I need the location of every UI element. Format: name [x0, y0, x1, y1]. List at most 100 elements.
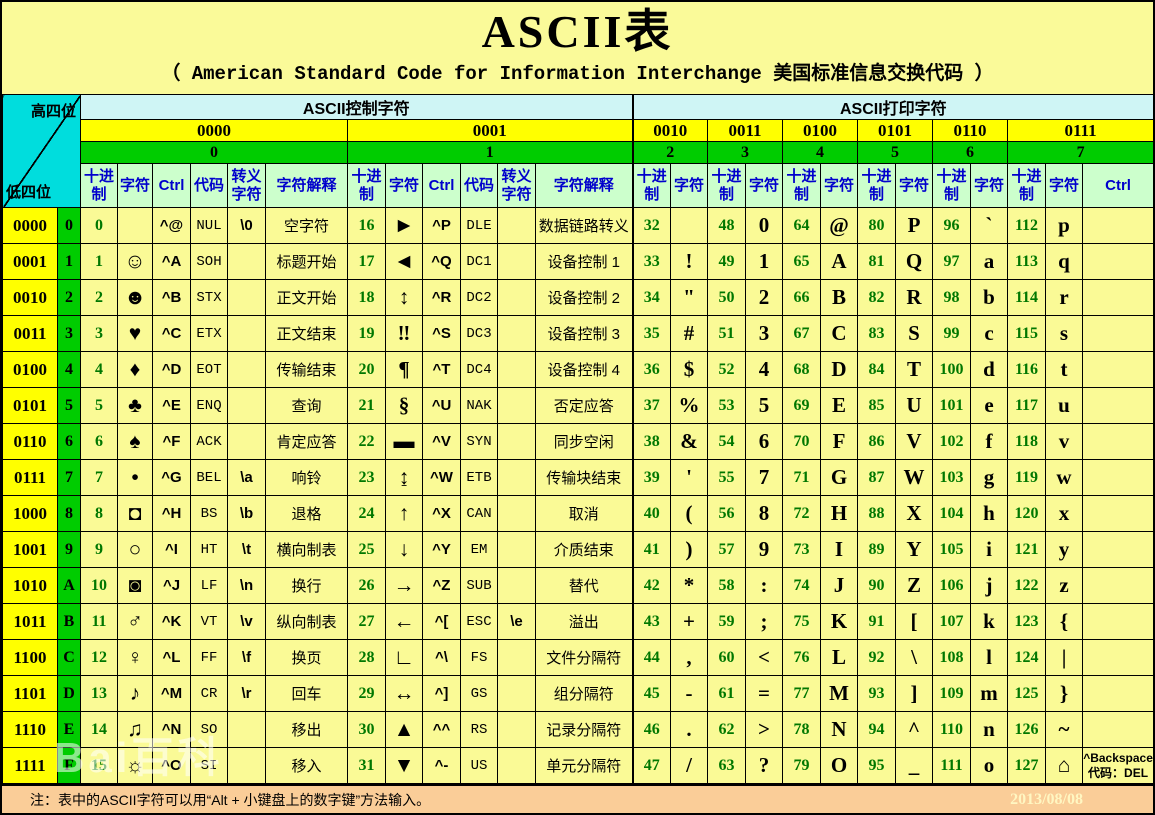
table-row: 0110 6 6 ♠ ^F ACK 肯定应答 22 ▬ ^V SYN 同步空闲 38 & 54 6 70 F 86 V… [2, 423, 1153, 460]
table-row: 1000 8 8 ◘ ^H BS \b 退格 24 ↑ ^X CAN 取消 40(56 8 72 H 88 X 104… [2, 495, 1153, 532]
dec-cell: 28 [347, 639, 386, 676]
char-cell: s [1045, 315, 1083, 352]
ctrl-cell: ^L [152, 639, 191, 676]
bin-cell: 1010 [2, 567, 58, 604]
ctrl-cell: ^V [422, 423, 461, 460]
char-cell: } [1045, 675, 1083, 712]
explain-cell: 肯定应答 [265, 423, 348, 460]
escape-cell [227, 387, 266, 424]
bin-cell: 1000 [2, 495, 58, 532]
char-cell: , [670, 639, 708, 676]
escape-cell [497, 243, 536, 280]
char-cell: n [970, 711, 1008, 748]
char-cell: 2 [745, 279, 783, 316]
dec-cell: 54 [707, 423, 746, 460]
char-cell: ¶ [385, 351, 423, 388]
char-cell: ] [895, 675, 933, 712]
dec-cell: 27 [347, 603, 386, 640]
char-cell: t [1045, 351, 1083, 388]
dec-cell: 93 [857, 675, 896, 712]
table-row: 1001 9 9 ○ ^I HT \t 横向制表 25 ↓ ^Y EM 介质结束 41) 57 9 73 I 89 Y… [2, 531, 1153, 568]
code-cell: ENQ [190, 387, 228, 424]
char-cell: H [820, 495, 858, 532]
ctrl-cell: ^W [422, 459, 461, 496]
char-cell: ◘ [117, 495, 153, 532]
section-row: 高四位 低四位 ASCII控制字符 ASCII打印字符 [2, 94, 1153, 208]
char-cell: ! [670, 243, 708, 280]
ctrl-cell: ^O [152, 747, 191, 784]
del-ctrl-cell [1081, 639, 1153, 676]
dec-cell: 36 [631, 351, 671, 388]
col-code: 代码 [190, 163, 228, 208]
dec-cell: 17 [347, 243, 386, 280]
char-cell: ♪ [117, 675, 153, 712]
binary-header: 0110 [932, 119, 1008, 142]
dec-cell: 72 [782, 495, 821, 532]
char-cell: / [670, 747, 708, 784]
dec-cell: 104 [932, 495, 971, 532]
ctrl-cell: ^D [152, 351, 191, 388]
char-cell: I [820, 531, 858, 568]
char-cell: ^ [895, 711, 933, 748]
char-cell: j [970, 567, 1008, 604]
dec-cell: 6 [80, 423, 118, 460]
dec-cell: 92 [857, 639, 896, 676]
digit-header: 3 [707, 141, 783, 164]
code-cell: SI [190, 747, 228, 784]
ctrl-cell: ^T [422, 351, 461, 388]
digit-header: 7 [1006, 141, 1153, 164]
dec-cell: 26 [347, 567, 386, 604]
code-cell: SOH [190, 243, 228, 280]
del-code-label: 代码：DEL [1088, 765, 1149, 780]
code-cell: EOT [190, 351, 228, 388]
dec-cell: 70 [782, 423, 821, 460]
char-cell: ∟ [385, 639, 423, 676]
dec-cell: 58 [707, 567, 746, 604]
dec-cell: 63 [707, 747, 746, 784]
col-dec: 十进制 [782, 163, 821, 208]
char-cell: = [745, 675, 783, 712]
char-cell: h [970, 495, 1008, 532]
del-ctrl-cell [1081, 387, 1153, 424]
table-row: 0000 0 0 ^@ NUL \0 空字符 16 ► ^P DLE 数据链路转义 32 48 0 64 @80… [2, 207, 1153, 244]
ctrl-cell: ^Q [422, 243, 461, 280]
code-cell: ETX [190, 315, 228, 352]
col-char: 字符 [385, 163, 423, 208]
table-row: 0111 7 7 • ^G BEL \a 响铃 23 ↨ ^W ETB 传输块结束 39 ' 55 7 71 G 87… [2, 459, 1153, 496]
dec-cell: 86 [857, 423, 896, 460]
bin-cell: 0000 [2, 207, 58, 244]
dec-cell: 19 [347, 315, 386, 352]
escape-cell: \e [497, 603, 536, 640]
del-ctrl-cell [1081, 279, 1153, 316]
code-cell: FS [460, 639, 498, 676]
table-row: 1011 B 11 ♂ ^K VT \v 纵向制表 27 ← ^[ESC \e 溢出 43 +59; 75 K 9… [2, 603, 1153, 640]
char-cell: U [895, 387, 933, 424]
char-cell: Z [895, 567, 933, 604]
explain-cell: 移出 [265, 711, 348, 748]
char-cell: p [1045, 207, 1083, 244]
dec-cell: 91 [857, 603, 896, 640]
dec-cell: 31 [347, 747, 386, 784]
title-area: ASCII表 （ American Standard Code for Info… [2, 2, 1153, 94]
ctrl-cell: ^@ [152, 207, 191, 244]
hex-cell: 8 [57, 495, 81, 532]
hex-cell: 0 [57, 207, 81, 244]
dec-cell: 111 [932, 747, 971, 784]
dec-cell: 7 [80, 459, 118, 496]
dec-cell: 8 [80, 495, 118, 532]
dec-cell: 69 [782, 387, 821, 424]
binary-header: 0010 [631, 119, 708, 142]
dec-cell: 108 [932, 639, 971, 676]
code-cell: FF [190, 639, 228, 676]
dec-cell: 79 [782, 747, 821, 784]
explain-cell: 数据链路转义 [535, 207, 633, 244]
char-cell: b [970, 279, 1008, 316]
char-cell: . [670, 711, 708, 748]
hex-cell: 4 [57, 351, 81, 388]
hex-cell: 6 [57, 423, 81, 460]
note-text: 注：表中的ASCII字符可以用“Alt + 小键盘上的数字键”方法输入。 [30, 791, 431, 808]
dec-cell: 83 [857, 315, 896, 352]
dec-cell: 65 [782, 243, 821, 280]
dec-cell: 115 [1007, 315, 1046, 352]
col-ctrl: Ctrl [152, 163, 191, 208]
